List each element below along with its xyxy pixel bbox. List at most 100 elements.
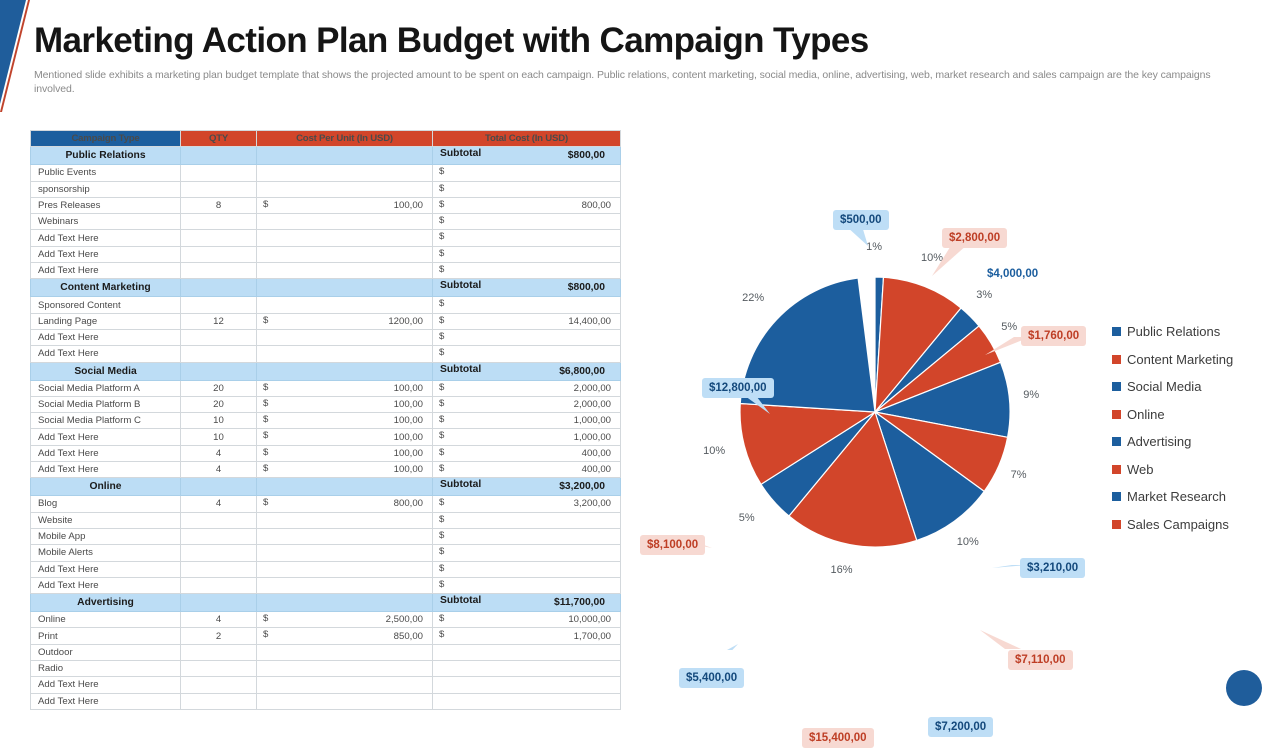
table-row: Social Media Platform A 20 $100,00 $2,000,0… xyxy=(30,379,621,397)
row-total-cost: $ xyxy=(432,511,621,529)
table-row: Print 2 $850,00 $1,700,00 xyxy=(30,627,621,645)
pie-value-callout[interactable]: $15,400,00 xyxy=(802,728,874,748)
budget-table-container: Campaign Type QTY Cost Per Unit (In USD)… xyxy=(30,129,621,710)
legend-item[interactable]: Content Marketing xyxy=(1112,346,1233,374)
row-campaign-name: Online xyxy=(30,611,181,629)
row-qty xyxy=(180,511,257,529)
row-qty xyxy=(180,328,257,347)
legend-item[interactable]: Social Media xyxy=(1112,373,1233,401)
pie-value-callout[interactable]: $2,800,00 xyxy=(942,228,1008,248)
row-total-cost: $800,00 xyxy=(432,196,621,215)
corner-circle-decoration xyxy=(1226,670,1262,706)
callout-tail xyxy=(727,644,738,650)
legend-item[interactable]: Advertising xyxy=(1112,428,1233,456)
table-row: Website $ xyxy=(30,511,621,529)
page-title: Marketing Action Plan Budget with Campai… xyxy=(34,21,869,60)
table-group-row: Content Marketing Subtotal $800,00 xyxy=(30,278,621,298)
legend-item-label: Market Research xyxy=(1127,489,1226,505)
row-qty xyxy=(180,560,257,578)
table-row: Social Media Platform B 20 $100,00 $2,000,0… xyxy=(30,395,621,414)
row-campaign-name: Mobile Alerts xyxy=(30,544,181,562)
table-row: Mobile Alerts $ xyxy=(30,544,621,562)
column-header-total-cost: Total Cost (In USD) xyxy=(432,129,621,148)
row-cost-per-unit xyxy=(256,544,433,562)
row-cost-per-unit xyxy=(256,643,433,662)
legend-item-label: Online xyxy=(1127,406,1165,422)
legend-swatch-icon xyxy=(1112,519,1121,529)
legend-item[interactable]: Web xyxy=(1112,456,1233,484)
row-cost-per-unit: $100,00 xyxy=(256,395,433,414)
row-qty: 4 xyxy=(180,611,257,629)
table-row: Add Text Here $ xyxy=(30,262,621,280)
row-total-cost: $ xyxy=(432,328,621,347)
row-campaign-name: Add Text Here xyxy=(30,428,181,446)
table-row: Add Text Here $ xyxy=(30,345,621,363)
legend-item[interactable]: Online xyxy=(1112,401,1233,429)
row-qty: 4 xyxy=(180,495,257,513)
legend-item[interactable]: Public Relations xyxy=(1112,318,1233,346)
row-qty xyxy=(180,164,257,182)
pie-value-callout[interactable]: $1,760,00 xyxy=(1021,326,1087,346)
row-qty xyxy=(180,643,257,662)
group-cpu xyxy=(256,477,433,497)
row-total-cost: $10,000,00 xyxy=(432,611,621,629)
row-campaign-name: Blog xyxy=(30,495,181,513)
row-cost-per-unit xyxy=(256,245,433,264)
row-qty xyxy=(180,660,257,678)
row-total-cost: $ xyxy=(432,560,621,578)
legend-swatch-icon xyxy=(1112,409,1121,419)
row-campaign-name: Add Text Here xyxy=(30,560,181,578)
row-campaign-name: Outdoor xyxy=(30,643,181,662)
column-header-campaign-type: Campaign Type xyxy=(30,129,181,148)
legend-item[interactable]: Sales Campaigns xyxy=(1112,511,1233,539)
row-campaign-name: Public Events xyxy=(30,164,181,182)
row-cost-per-unit xyxy=(256,229,433,247)
row-total-cost: $ xyxy=(432,262,621,280)
legend-item[interactable]: Market Research xyxy=(1112,483,1233,511)
group-subtotal: Subtotal $6,800,00 xyxy=(432,361,621,381)
group-qty xyxy=(180,278,257,298)
table-row: Add Text Here $ xyxy=(30,576,621,595)
legend-item-label: Advertising xyxy=(1127,434,1192,450)
row-cost-per-unit xyxy=(256,527,433,546)
legend-item-label: Web xyxy=(1127,461,1154,477)
row-campaign-name: Webinars xyxy=(30,213,181,231)
pie-value-callout[interactable]: $12,800,00 xyxy=(702,378,774,398)
row-qty xyxy=(180,576,257,595)
corner-wedge-decoration xyxy=(0,0,30,112)
row-qty: 4 xyxy=(180,461,257,479)
group-subtotal: Subtotal $3,200,00 xyxy=(432,477,621,497)
table-row: Webinars $ xyxy=(30,213,621,231)
row-total-cost: $400,00 xyxy=(432,461,621,479)
legend-item-label: Content Marketing xyxy=(1127,351,1234,367)
row-cost-per-unit xyxy=(256,180,433,198)
row-cost-per-unit: $100,00 xyxy=(256,196,433,215)
row-qty xyxy=(180,296,257,314)
group-name: Advertising xyxy=(30,593,181,613)
row-total-cost: $1,000,00 xyxy=(432,412,621,430)
row-campaign-name: Add Text Here xyxy=(30,245,181,264)
row-qty xyxy=(180,345,257,363)
pie-value-callout[interactable]: $500,00 xyxy=(833,210,889,230)
callout-tail xyxy=(932,244,968,276)
pie-value-callout[interactable]: $3,210,00 xyxy=(1020,558,1086,578)
pie-value-callout[interactable]: $5,400,00 xyxy=(679,668,745,688)
table-group-row: Public Relations Subtotal $800,00 xyxy=(30,146,621,166)
pie-value-callout[interactable]: $7,110,00 xyxy=(1008,650,1073,670)
row-campaign-name: Add Text Here xyxy=(30,444,181,463)
table-row: Blog 4 $800,00 $3,200,00 xyxy=(30,495,621,513)
row-total-cost: $2,000,00 xyxy=(432,395,621,414)
pie-value-callout[interactable]: $8,100,00 xyxy=(640,535,706,555)
legend-item-label: Sales Campaigns xyxy=(1127,516,1229,532)
pie-value-callout[interactable]: $7,200,00 xyxy=(928,717,994,737)
group-name: Social Media xyxy=(30,361,181,381)
group-qty xyxy=(180,361,257,381)
row-qty xyxy=(180,676,257,694)
table-body: Public Relations Subtotal $800,00 Public Ev… xyxy=(30,146,621,710)
row-cost-per-unit xyxy=(256,213,433,231)
row-total-cost: $400,00 xyxy=(432,444,621,463)
row-cost-per-unit: $800,00 xyxy=(256,495,433,513)
table-row: Public Events $ xyxy=(30,164,621,182)
legend-swatch-icon xyxy=(1112,382,1121,392)
legend-item-label: Social Media xyxy=(1127,379,1202,395)
